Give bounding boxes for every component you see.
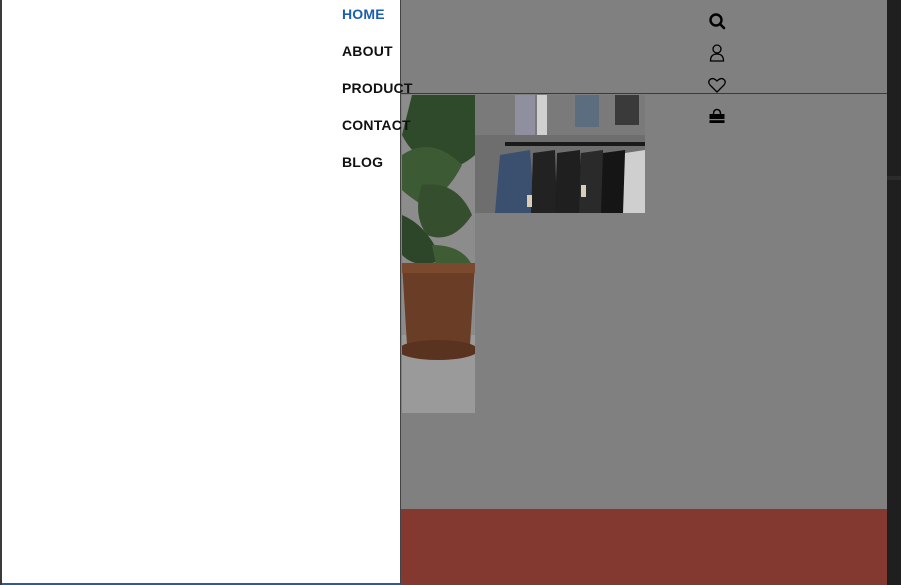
scrollbar-thumb[interactable] (887, 176, 901, 180)
footer-banner (400, 509, 887, 585)
panel-edge (0, 0, 2, 585)
nav-item-product[interactable]: PRODUCT (342, 80, 413, 117)
heart-icon[interactable] (706, 74, 728, 96)
nav-item-contact[interactable]: CONTACT (342, 117, 413, 154)
nav-item-about[interactable]: ABOUT (342, 43, 413, 80)
user-icon[interactable] (706, 42, 728, 64)
plant-photo[interactable] (402, 95, 475, 413)
header-divider (400, 93, 887, 94)
search-icon[interactable] (706, 10, 728, 32)
shopping-bag-icon[interactable] (706, 106, 728, 128)
vertical-scrollbar[interactable] (887, 0, 901, 585)
nav-item-blog[interactable]: BLOG (342, 154, 413, 191)
clothing-rack-photo[interactable] (475, 95, 645, 213)
mobile-menu-panel (0, 0, 401, 585)
header-icons (706, 10, 730, 138)
nav-item-home[interactable]: HOME (342, 6, 413, 43)
main-nav: HOME ABOUT PRODUCT CONTACT BLOG (342, 6, 413, 191)
